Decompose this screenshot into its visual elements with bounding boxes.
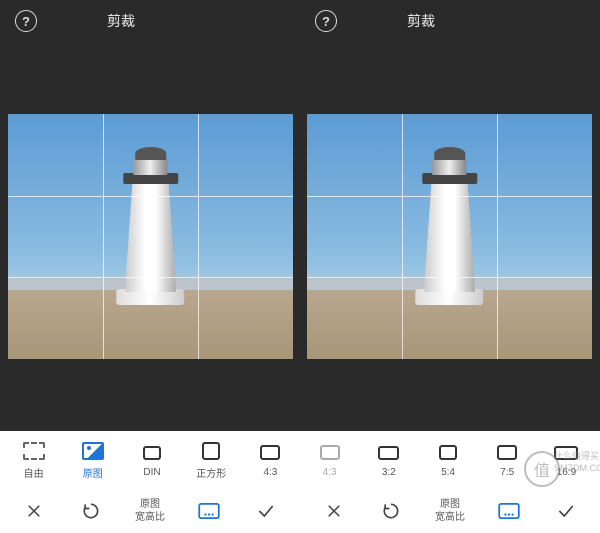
ratio-label: 5:4 bbox=[441, 467, 455, 478]
ratio-square[interactable]: 正方形 bbox=[182, 441, 241, 480]
ratio-7-5[interactable]: 7:5 bbox=[478, 443, 537, 478]
free-crop-icon bbox=[23, 442, 45, 460]
help-icon[interactable]: ? bbox=[315, 10, 337, 32]
ratio-3-2[interactable]: 3:2 bbox=[359, 443, 418, 478]
aspect-button[interactable] bbox=[497, 499, 521, 523]
ratio-label: DIN bbox=[143, 467, 160, 478]
aspect-icon bbox=[198, 503, 220, 519]
help-icon[interactable]: ? bbox=[15, 10, 37, 32]
ratio-4-3-b[interactable]: 4:3 bbox=[300, 443, 359, 478]
lighthouse-image bbox=[108, 146, 194, 305]
rect-icon bbox=[378, 446, 399, 460]
close-button[interactable] bbox=[22, 499, 46, 523]
image-icon bbox=[82, 442, 104, 460]
title-bar: ? 剪裁 ? 剪裁 bbox=[0, 0, 600, 42]
ratio-label: 4:3 bbox=[263, 467, 277, 478]
ratio-label: 自由 bbox=[24, 465, 44, 480]
rect-icon bbox=[554, 446, 578, 460]
check-icon bbox=[256, 501, 276, 521]
ratio-5-4[interactable]: 5:4 bbox=[418, 443, 477, 478]
spacer-bottom bbox=[0, 359, 600, 431]
aspect-label[interactable]: 原图宽高比 bbox=[435, 498, 465, 524]
rect-icon bbox=[143, 446, 161, 460]
rotate-button[interactable] bbox=[79, 499, 103, 523]
rotate-icon bbox=[381, 501, 401, 521]
crop-preview-right[interactable] bbox=[307, 114, 592, 359]
aspect-label[interactable]: 原图宽高比 bbox=[135, 498, 165, 524]
confirm-button[interactable] bbox=[254, 499, 278, 523]
ratio-free[interactable]: 自由 bbox=[4, 441, 63, 480]
ratio-label: 7:5 bbox=[500, 467, 514, 478]
rotate-button[interactable] bbox=[379, 499, 403, 523]
lighthouse-image bbox=[407, 146, 493, 305]
rect-icon bbox=[439, 445, 457, 460]
page-title-left: 剪裁 bbox=[107, 11, 135, 31]
aspect-button[interactable] bbox=[197, 499, 221, 523]
check-icon bbox=[556, 501, 576, 521]
ratio-16-9[interactable]: 16:9 bbox=[537, 443, 596, 478]
ratio-4-3[interactable]: 4:3 bbox=[241, 443, 300, 478]
rect-icon bbox=[260, 445, 280, 460]
page-title-right: 剪裁 bbox=[407, 11, 435, 31]
ratio-label: 16:9 bbox=[557, 467, 576, 478]
aspect-ratio-strip: 自由 原图 DIN 正方形 4:3 4:3 3:2 5:4 bbox=[0, 431, 600, 489]
confirm-button[interactable] bbox=[554, 499, 578, 523]
close-icon bbox=[25, 502, 43, 520]
rect-icon bbox=[320, 445, 340, 460]
ratio-original[interactable]: 原图 bbox=[63, 441, 122, 480]
aspect-icon bbox=[498, 503, 520, 519]
close-button[interactable] bbox=[322, 499, 346, 523]
spacer-top bbox=[0, 42, 600, 114]
ratio-din[interactable]: DIN bbox=[122, 443, 181, 478]
rect-icon bbox=[497, 445, 517, 460]
ratio-label: 原图 bbox=[83, 465, 103, 480]
rect-icon bbox=[202, 442, 220, 460]
ratio-label: 4:3 bbox=[323, 467, 337, 478]
ratio-label: 3:2 bbox=[382, 467, 396, 478]
crop-preview-row bbox=[0, 114, 600, 359]
bottom-toolbar: 原图宽高比 原图宽高比 bbox=[0, 489, 600, 533]
close-icon bbox=[325, 502, 343, 520]
ratio-label: 正方形 bbox=[196, 465, 226, 480]
crop-preview-left[interactable] bbox=[8, 114, 293, 359]
rotate-icon bbox=[81, 501, 101, 521]
